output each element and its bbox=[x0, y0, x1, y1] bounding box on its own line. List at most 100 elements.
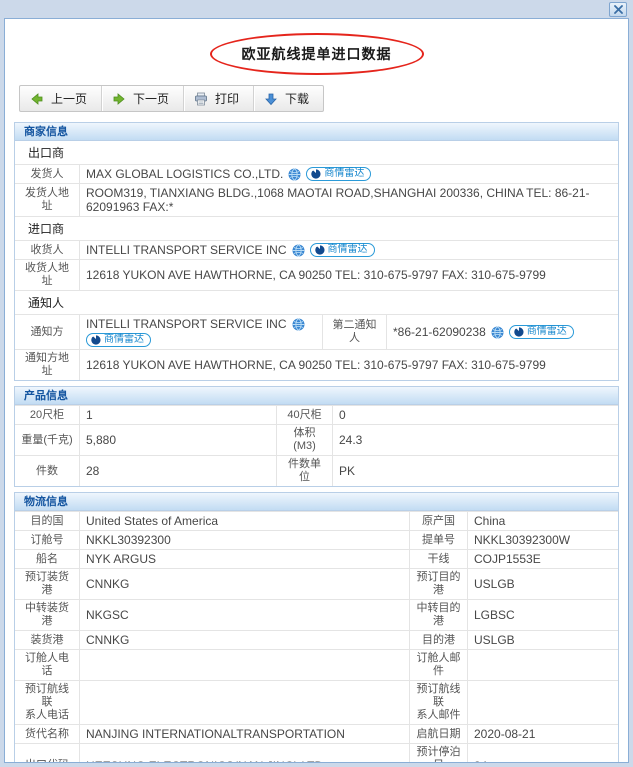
notify-address-value: 12618 YUKON AVE HAWTHORNE, CA 90250 TEL:… bbox=[86, 358, 546, 372]
consignee-label: 收货人 bbox=[30, 243, 64, 256]
field-label: 订舱号 bbox=[30, 533, 64, 546]
table-row: 20尺柜 1 40尺柜 0 bbox=[15, 405, 618, 424]
table-row: 通知方 INTELLI TRANSPORT SERVICE INC 商情雷达 第… bbox=[15, 314, 618, 349]
field-label: 货代名称 bbox=[25, 727, 69, 740]
consignee-value: INTELLI TRANSPORT SERVICE INC bbox=[86, 243, 287, 257]
field-label: 订舱人电话 bbox=[25, 652, 69, 677]
close-icon bbox=[613, 5, 623, 14]
section-merchant: 商家信息 出口商 发货人 MAX GLOBAL LOGISTICS CO.,LT… bbox=[14, 122, 619, 381]
field-value: CNNKG bbox=[79, 631, 409, 649]
field-label: 件数单位 bbox=[276, 456, 332, 486]
globe-icon[interactable] bbox=[291, 317, 305, 331]
field-label: 40尺柜 bbox=[276, 406, 332, 424]
field-value: LGBSC bbox=[467, 600, 618, 630]
toolbar: 上一页 下一页 打印 下载 bbox=[19, 85, 325, 112]
table-row: 出口商 bbox=[15, 141, 618, 164]
field-label: 预订航线联 系人邮件 bbox=[409, 681, 467, 724]
business-radar-badge[interactable]: 商情雷达 bbox=[306, 167, 372, 181]
field-value bbox=[79, 650, 409, 680]
second-notify-value: *86-21-62090238 bbox=[393, 325, 486, 339]
field-value bbox=[467, 681, 618, 724]
business-radar-badge[interactable]: 商情雷达 bbox=[309, 243, 375, 257]
field-value: NKGSC bbox=[79, 600, 409, 630]
globe-icon[interactable] bbox=[490, 325, 504, 339]
shipper-address-label: 发货人地址 bbox=[25, 187, 69, 212]
prev-page-button[interactable]: 上一页 bbox=[20, 86, 101, 111]
radar-badge-label: 商情雷达 bbox=[526, 326, 567, 337]
globe-icon[interactable] bbox=[288, 167, 302, 181]
section-logistics: 物流信息 目的国 United States of America 原产国 Ch… bbox=[14, 492, 619, 762]
field-value: COJP1553E bbox=[467, 550, 618, 568]
business-radar-badge[interactable]: 商情雷达 bbox=[508, 325, 574, 339]
consignee-address-label: 收货人地址 bbox=[25, 262, 69, 287]
business-radar-badge[interactable]: 商情雷达 bbox=[86, 333, 151, 347]
field-label: 预计停泊日 期 bbox=[409, 744, 467, 762]
table-row: 预订航线联 系人电话 预订航线联 系人邮件 bbox=[15, 680, 618, 724]
next-page-label: 下一页 bbox=[133, 92, 170, 106]
arrow-down-icon bbox=[265, 93, 277, 105]
radar-badge-label: 商情雷达 bbox=[327, 244, 368, 255]
field-label: 目的国 bbox=[30, 514, 64, 527]
print-button[interactable]: 打印 bbox=[183, 86, 253, 111]
radar-icon bbox=[314, 245, 325, 255]
field-label: 目的港 bbox=[409, 631, 467, 649]
dialog-titlebar bbox=[0, 0, 633, 18]
dialog-window: 欧亚航线提单进口数据 上一页 下一页 打印 下载 商家信息 出口商 发货人 MA… bbox=[0, 0, 633, 767]
second-notify-label: 第二通知人 bbox=[322, 315, 386, 349]
shipper-value: MAX GLOBAL LOGISTICS CO.,LTD. bbox=[86, 167, 284, 181]
table-row: 目的国 United States of America 原产国 China bbox=[15, 511, 618, 530]
section-merchant-header: 商家信息 bbox=[14, 122, 619, 141]
field-value: 28 bbox=[79, 456, 276, 486]
radar-badge-label: 商情雷达 bbox=[324, 168, 365, 179]
field-label: 预订装货港 bbox=[25, 571, 69, 596]
notify-label: 通知方 bbox=[30, 325, 64, 338]
printer-icon bbox=[195, 92, 207, 105]
shipper-address-value: ROOM319, TIANXIANG BLDG.,1068 MAOTAI ROA… bbox=[86, 186, 590, 214]
globe-icon[interactable] bbox=[291, 243, 305, 257]
table-row: 收货人地址 12618 YUKON AVE HAWTHORNE, CA 9025… bbox=[15, 259, 618, 290]
field-value: NKKL30392300 bbox=[79, 531, 409, 549]
field-value bbox=[79, 681, 409, 724]
table-row: 通知人 bbox=[15, 290, 618, 314]
field-label: 装货港 bbox=[30, 633, 64, 646]
shipper-label: 发货人 bbox=[30, 167, 64, 180]
consignee-address-value: 12618 YUKON AVE HAWTHORNE, CA 90250 TEL:… bbox=[86, 268, 546, 282]
arrow-left-icon bbox=[31, 92, 43, 105]
field-value: NYK ARGUS bbox=[79, 550, 409, 568]
radar-icon bbox=[311, 169, 322, 179]
field-value: 5,880 bbox=[79, 425, 276, 455]
field-label: 20尺柜 bbox=[29, 408, 65, 421]
notify-value: INTELLI TRANSPORT SERVICE INC bbox=[86, 317, 287, 331]
importer-subheader: 进口商 bbox=[28, 222, 65, 236]
table-row: 预订装货港 CNNKG 预订目的港 USLGB bbox=[15, 568, 618, 599]
field-label: 件数 bbox=[36, 464, 58, 477]
field-value: 0 bbox=[332, 406, 618, 424]
download-button[interactable]: 下载 bbox=[253, 86, 323, 111]
close-button[interactable] bbox=[609, 2, 627, 17]
field-label: 订舱人邮件 bbox=[409, 650, 467, 680]
notify-address-label: 通知方地址 bbox=[25, 352, 69, 377]
field-label: 原产国 bbox=[409, 512, 467, 530]
radar-icon bbox=[513, 327, 524, 337]
table-row: 收货人 INTELLI TRANSPORT SERVICE INC 商情雷达 bbox=[15, 240, 618, 259]
download-label: 下载 bbox=[285, 92, 310, 106]
field-value: NANJING INTERNATIONALTRANSPORTATION bbox=[79, 725, 409, 743]
table-row: 中转装货港 NKGSC 中转目的港 LGBSC bbox=[15, 599, 618, 630]
field-value: 24.3 bbox=[332, 425, 618, 455]
print-label: 打印 bbox=[215, 92, 240, 106]
dialog-content: 欧亚航线提单进口数据 上一页 下一页 打印 下载 商家信息 出口商 发货人 MA… bbox=[4, 18, 629, 763]
field-label: 船名 bbox=[36, 552, 58, 565]
section-product-header: 产品信息 bbox=[14, 386, 619, 405]
field-value: 34 bbox=[467, 744, 618, 762]
section-product: 产品信息 20尺柜 1 40尺柜 0 重量(千克) 5,880 体积(M3) 2… bbox=[14, 386, 619, 487]
field-value: PK bbox=[332, 456, 618, 486]
field-value: USLGB bbox=[467, 631, 618, 649]
prev-page-label: 上一页 bbox=[51, 92, 88, 106]
field-label: 中转目的港 bbox=[409, 600, 467, 630]
table-row: 船名 NYK ARGUS 干线 COJP1553E bbox=[15, 549, 618, 568]
field-label: 启航日期 bbox=[409, 725, 467, 743]
table-row: 进口商 bbox=[15, 216, 618, 240]
field-label: 重量(千克) bbox=[21, 433, 73, 446]
next-page-button[interactable]: 下一页 bbox=[101, 86, 183, 111]
field-value: China bbox=[467, 512, 618, 530]
